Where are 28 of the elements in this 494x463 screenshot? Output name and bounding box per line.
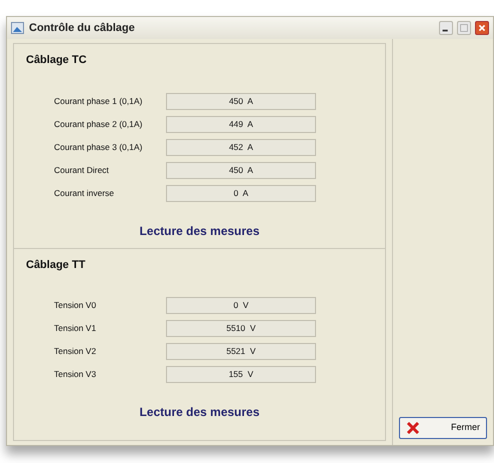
- value-field: 452 A: [166, 138, 316, 156]
- value-field: 155 V: [166, 366, 316, 383]
- value-field: 449 A: [166, 116, 316, 132]
- field-label: Tension V0: [54, 299, 98, 312]
- close-icon: [406, 422, 420, 434]
- close-window-button[interactable]: Fermer: [399, 417, 487, 439]
- field-label: Courant phase 1 (0,1A): [54, 94, 144, 108]
- field-label: Courant phase 3 (0,1A): [54, 140, 144, 154]
- read-measures-button[interactable]: Lecture des mesures: [139, 222, 260, 240]
- value-field: 0 A: [166, 184, 316, 202]
- field-label: Tension V3: [54, 368, 98, 381]
- field-label: Tension V1: [54, 322, 98, 335]
- section-title: Câblage TT: [26, 258, 86, 272]
- field-label: Tension V2: [54, 345, 98, 358]
- value-field: 450 A: [166, 162, 316, 178]
- value-field: 0 V: [166, 297, 316, 314]
- window-title: Contrôle du câblage: [29, 20, 135, 36]
- value-field: 450 A: [166, 92, 316, 110]
- minimize-button[interactable]: [439, 21, 453, 35]
- field-label: Courant phase 2 (0,1A): [54, 118, 144, 130]
- value-field: 5521 V: [166, 343, 316, 360]
- window-icon: [11, 22, 24, 34]
- field-label: Courant Direct: [54, 164, 110, 176]
- read-measures-button[interactable]: Lecture des mesures: [139, 403, 260, 421]
- value-field: 5510 V: [166, 320, 316, 337]
- section-title: Câblage TC: [26, 53, 88, 68]
- close-button[interactable]: [475, 21, 489, 35]
- field-label: Courant inverse: [54, 186, 116, 200]
